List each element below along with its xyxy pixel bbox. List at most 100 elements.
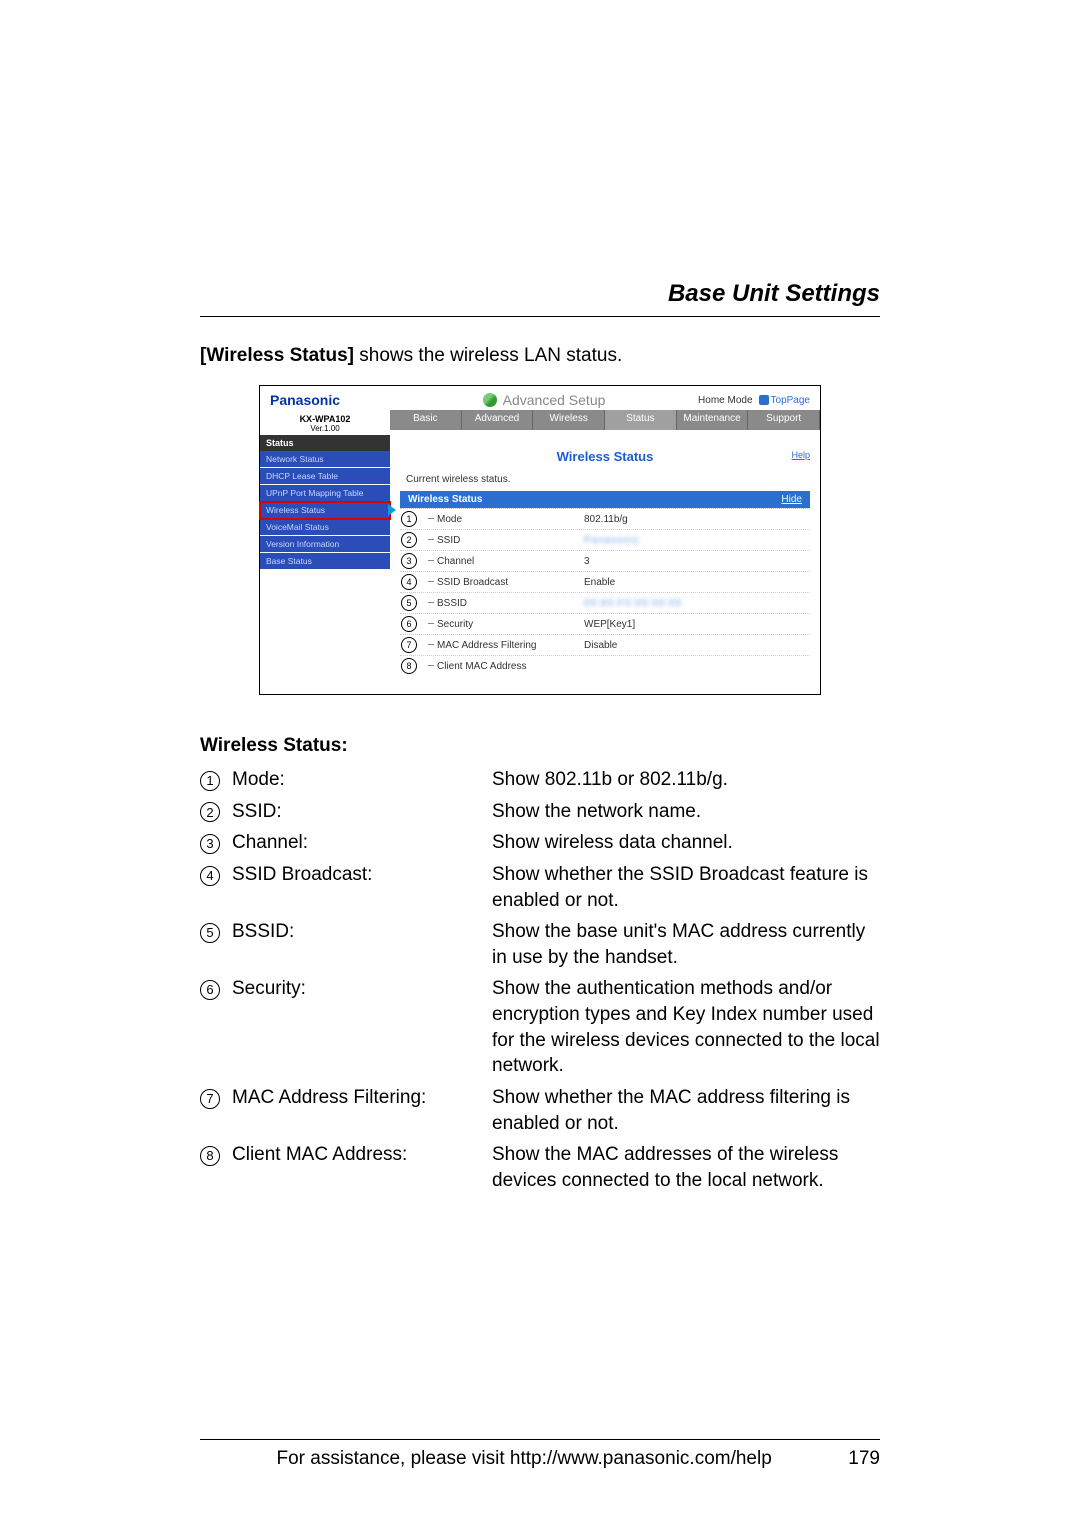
sidebar-item-wireless-status[interactable]: Wireless Status <box>260 502 390 519</box>
status-row: 1 Mode 802.11b/g <box>400 508 810 529</box>
def-num-1: 1 <box>200 771 220 791</box>
callout-2: 2 <box>401 532 417 548</box>
content-subtitle: Current wireless status. <box>400 470 810 491</box>
status-label-ssid-broadcast: SSID Broadcast <box>422 574 578 591</box>
sidebar-header: Status <box>260 435 390 451</box>
callout-8: 8 <box>401 658 417 674</box>
def-label: MAC Address Filtering: <box>232 1085 492 1136</box>
callout-6: 6 <box>401 616 417 632</box>
tab-wireless[interactable]: Wireless <box>533 410 605 430</box>
top-tabs: Basic Advanced Wireless Status Maintenan… <box>390 410 820 430</box>
home-mode-label: Home Mode <box>698 395 752 406</box>
sidebar-item-network-status[interactable]: Network Status <box>260 451 390 468</box>
status-value-bssid: 00:80:F0:00:00:00 <box>578 595 810 612</box>
def-desc: Show wireless data channel. <box>492 830 880 856</box>
pencil-icon <box>483 393 497 407</box>
def-desc: Show whether the SSID Broadcast feature … <box>492 862 880 913</box>
status-label-mac-filtering: MAC Address Filtering <box>422 637 578 654</box>
def-desc: Show 802.11b or 802.11b/g. <box>492 767 880 793</box>
definitions-list: 1 Mode: Show 802.11b or 802.11b/g. 2 SSI… <box>200 767 880 1194</box>
status-value-mode: 802.11b/g <box>578 511 810 528</box>
toppage-link[interactable]: TopPage <box>759 395 810 406</box>
sidebar-item-version-information[interactable]: Version Information <box>260 536 390 553</box>
definition-row: 5 BSSID: Show the base unit's MAC addres… <box>200 919 880 970</box>
definition-row: 3 Channel: Show wireless data channel. <box>200 830 880 856</box>
def-num-6: 6 <box>200 980 220 1000</box>
def-desc: Show the authentication methods and/or e… <box>492 976 880 1079</box>
content-title: Wireless Status <box>400 443 810 470</box>
brand-logo: Panasonic <box>270 392 390 408</box>
help-link[interactable]: Help <box>791 450 810 460</box>
callout-3: 3 <box>401 553 417 569</box>
model-number: KX-WPA102 <box>260 414 390 424</box>
def-num-7: 7 <box>200 1089 220 1109</box>
status-label-security: Security <box>422 616 578 633</box>
section-title: Base Unit Settings <box>200 280 880 308</box>
tab-advanced[interactable]: Advanced <box>462 410 534 430</box>
def-num-2: 2 <box>200 802 220 822</box>
def-label: Security: <box>232 976 492 1079</box>
def-label: SSID: <box>232 799 492 825</box>
definition-row: 7 MAC Address Filtering: Show whether th… <box>200 1085 880 1136</box>
hide-link[interactable]: Hide <box>781 494 802 505</box>
firmware-version: Ver.1.00 <box>260 424 390 433</box>
page-footer: For assistance, please visit http://www.… <box>200 1439 880 1470</box>
status-value-ssid: Panasonic <box>578 532 810 549</box>
def-label: SSID Broadcast: <box>232 862 492 913</box>
sidebar: Status Network Status DHCP Lease Table U… <box>260 435 390 694</box>
footer-help-text: For assistance, please visit http://www.… <box>277 1448 772 1470</box>
sidebar-item-voicemail-status[interactable]: VoiceMail Status <box>260 519 390 536</box>
page-number: 179 <box>848 1448 880 1470</box>
status-row: 5 BSSID 00:80:F0:00:00:00 <box>400 592 810 613</box>
callout-5: 5 <box>401 595 417 611</box>
status-row: 6 Security WEP[Key1] <box>400 613 810 634</box>
rule-bottom <box>200 1439 880 1440</box>
callout-1: 1 <box>401 511 417 527</box>
status-label-ssid: SSID <box>422 532 578 549</box>
status-panel-title: Wireless Status <box>408 494 482 505</box>
tab-basic[interactable]: Basic <box>390 410 462 430</box>
def-label: Channel: <box>232 830 492 856</box>
status-label-channel: Channel <box>422 553 578 570</box>
def-num-3: 3 <box>200 834 220 854</box>
definition-row: 1 Mode: Show 802.11b or 802.11b/g. <box>200 767 880 793</box>
status-value-mac-filtering: Disable <box>578 637 810 654</box>
status-value-ssid-broadcast: Enable <box>578 574 810 591</box>
rule-top <box>200 316 880 317</box>
def-num-5: 5 <box>200 923 220 943</box>
sidebar-item-dhcp-lease-table[interactable]: DHCP Lease Table <box>260 468 390 485</box>
content-area: Wireless Status Help Current wireless st… <box>390 435 820 694</box>
callout-4: 4 <box>401 574 417 590</box>
status-label-bssid: BSSID <box>422 595 578 612</box>
definition-row: 6 Security: Show the authentication meth… <box>200 976 880 1079</box>
status-row: 4 SSID Broadcast Enable <box>400 571 810 592</box>
definition-row: 8 Client MAC Address: Show the MAC addre… <box>200 1142 880 1193</box>
status-value-client-mac <box>578 663 810 669</box>
tab-support[interactable]: Support <box>748 410 820 430</box>
def-desc: Show whether the MAC address filtering i… <box>492 1085 880 1136</box>
status-row: 8 Client MAC Address <box>400 655 810 676</box>
definition-row: 4 SSID Broadcast: Show whether the SSID … <box>200 862 880 913</box>
status-value-security: WEP[Key1] <box>578 616 810 633</box>
definitions-title: Wireless Status: <box>200 735 880 757</box>
setup-text: Advanced Setup <box>503 392 606 408</box>
intro-bold: [Wireless Status] <box>200 345 354 366</box>
sidebar-item-upnp-port-mapping[interactable]: UPnP Port Mapping Table <box>260 485 390 502</box>
def-label: BSSID: <box>232 919 492 970</box>
intro-rest: shows the wireless LAN status. <box>354 345 622 366</box>
tab-status[interactable]: Status <box>605 410 677 430</box>
def-num-8: 8 <box>200 1146 220 1166</box>
intro-text: [Wireless Status] shows the wireless LAN… <box>200 345 880 367</box>
tab-maintenance[interactable]: Maintenance <box>677 410 749 430</box>
def-desc: Show the network name. <box>492 799 880 825</box>
setup-mode-label: Advanced Setup <box>390 392 698 408</box>
callout-7: 7 <box>401 637 417 653</box>
def-num-4: 4 <box>200 866 220 886</box>
status-row: 3 Channel 3 <box>400 550 810 571</box>
sidebar-item-base-status[interactable]: Base Status <box>260 553 390 570</box>
def-label: Client MAC Address: <box>232 1142 492 1193</box>
status-label-mode: Mode <box>422 511 578 528</box>
status-row: 2 SSID Panasonic <box>400 529 810 550</box>
def-label: Mode: <box>232 767 492 793</box>
status-row: 7 MAC Address Filtering Disable <box>400 634 810 655</box>
